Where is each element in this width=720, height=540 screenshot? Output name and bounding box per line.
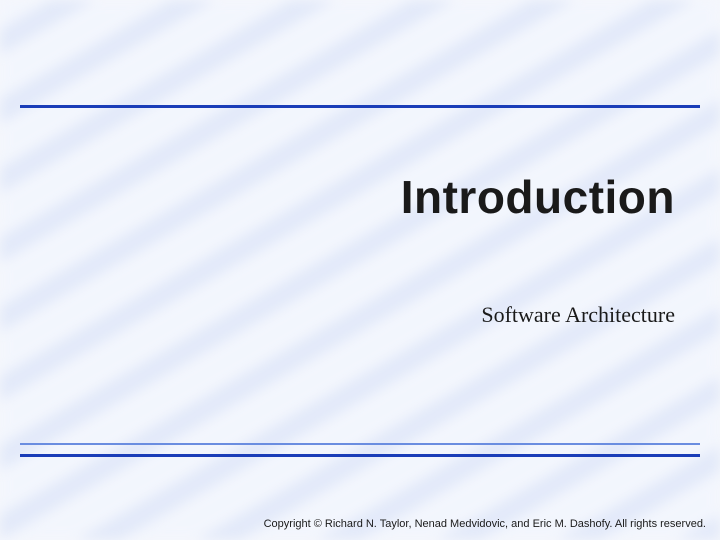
copyright-text: Copyright © Richard N. Taylor, Nenad Med… — [264, 518, 706, 530]
slide-subtitle: Software Architecture — [481, 302, 675, 328]
slide: Introduction Software Architecture Copyr… — [0, 0, 720, 540]
bottom-divider-dark — [20, 454, 700, 457]
slide-title: Introduction — [401, 170, 675, 224]
bottom-divider-light — [20, 443, 700, 445]
top-divider — [20, 105, 700, 108]
